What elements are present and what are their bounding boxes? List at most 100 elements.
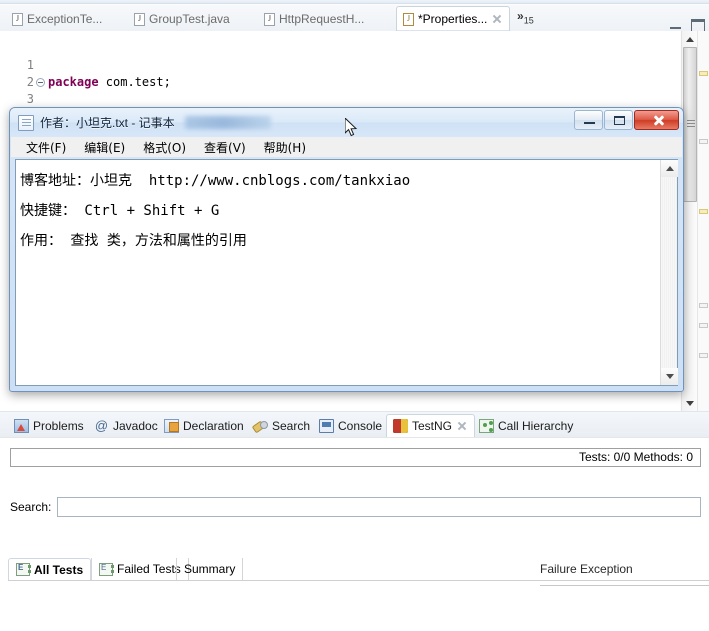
result-tab-underline (8, 580, 709, 581)
minimize-button[interactable] (574, 110, 603, 130)
notepad-window-title: 作者：小坦克.txt - 记事本 (40, 116, 175, 130)
result-tab-all-tests[interactable]: All Tests (8, 558, 92, 580)
menu-item-edit[interactable]: 编辑(E) (75, 137, 134, 158)
call-hierarchy-icon (479, 419, 494, 433)
scrollbar-thumb[interactable] (683, 47, 697, 202)
result-tab-label: All Tests (34, 562, 84, 577)
menu-item-view[interactable]: 查看(V) (195, 137, 255, 158)
view-tab-testng[interactable]: TestNG (386, 414, 476, 438)
notepad-client-area: 博客地址：小坦克 http://www.cnblogs.com/tankxiao… (15, 159, 678, 386)
editor-tab-label: HttpRequestH... (279, 12, 365, 26)
close-button[interactable] (634, 110, 679, 130)
java-file-icon: J (264, 12, 275, 26)
code-line: 4 import java.util.Properties; (0, 91, 251, 140)
scrollbar-grip-icon (687, 120, 695, 127)
failure-exception-separator (540, 585, 709, 586)
view-tab-bar: Problems @ Javadoc Declaration Search Co… (0, 411, 709, 438)
notepad-text-area[interactable]: 博客地址：小坦克 http://www.cnblogs.com/tankxiao… (16, 160, 660, 385)
test-tree-icon (99, 562, 114, 576)
close-icon[interactable] (491, 13, 503, 25)
screenshot-root: J ExceptionTe... J GroupTest.java J Http… (0, 0, 709, 631)
editor-tab-label: GroupTest.java (149, 12, 230, 26)
bottom-view-stack: Problems @ Javadoc Declaration Search Co… (0, 411, 709, 631)
notepad-vertical-scrollbar[interactable] (660, 160, 678, 385)
code-fold-icon[interactable] (36, 78, 45, 87)
menu-item-help[interactable]: 帮助(H) (255, 137, 315, 158)
result-tab-label: Failed Tests (117, 562, 181, 576)
scroll-up-arrow-icon[interactable] (682, 31, 698, 46)
minimize-icon[interactable] (669, 19, 683, 31)
java-file-icon: J (12, 12, 23, 26)
scrollbar-track[interactable] (661, 177, 677, 368)
view-tab-label: TestNG (412, 419, 453, 433)
tab-overflow-count: 15 (523, 15, 534, 26)
java-file-icon: J (134, 12, 145, 26)
close-icon[interactable] (456, 420, 468, 432)
testng-icon (393, 419, 408, 433)
scroll-down-arrow-icon[interactable] (661, 368, 678, 385)
code-line: 1 package com.test; (0, 40, 171, 89)
problems-icon (14, 419, 29, 433)
notepad-menu-bar: 文件(F) 编辑(E) 格式(O) 查看(V) 帮助(H) (11, 137, 682, 157)
code-line-text: package com.test; (48, 75, 171, 89)
result-tab-label: Summary (184, 562, 236, 576)
annotation-marker-warning[interactable] (699, 209, 708, 214)
maximize-button[interactable] (604, 110, 633, 130)
view-tab-javadoc[interactable]: @ Javadoc (88, 415, 164, 437)
code-line: 2 (0, 57, 58, 89)
editor-tab-group-test[interactable]: J GroupTest.java (128, 7, 236, 31)
view-tab-console[interactable]: Console (313, 415, 388, 437)
tab-overflow-indicator[interactable]: »15 (517, 9, 534, 25)
annotation-marker-warning[interactable] (699, 71, 708, 76)
editor-tab-properties[interactable]: J *Properties... (396, 6, 511, 32)
result-tab-summary[interactable]: Summary (176, 558, 244, 580)
view-tab-label: Problems (33, 419, 84, 433)
view-tab-label: Call Hierarchy (498, 419, 574, 433)
test-counts-label: Tests: 0/0 Methods: 0 (578, 450, 693, 464)
result-tab-failed-tests[interactable]: Failed Tests (91, 558, 189, 580)
menu-item-file[interactable]: 文件(F) (17, 137, 75, 158)
view-tab-search[interactable]: Search (247, 415, 316, 437)
annotation-marker[interactable] (699, 303, 708, 308)
java-file-icon: J (403, 12, 414, 26)
view-tab-declaration[interactable]: Declaration (158, 415, 250, 437)
search-icon (253, 419, 268, 433)
chevron-double-right-icon: » (517, 9, 524, 23)
maximize-icon[interactable] (690, 19, 705, 34)
search-label: Search: (10, 500, 52, 514)
editor-tab-bar: J ExceptionTe... J GroupTest.java J Http… (0, 5, 709, 34)
annotation-marker[interactable] (699, 323, 708, 328)
editor-tab-http-request-handler[interactable]: J HttpRequestH... (258, 7, 370, 31)
view-tab-label: Javadoc (113, 419, 158, 433)
search-input[interactable] (57, 497, 701, 517)
editor-overview-ruler[interactable] (697, 31, 709, 411)
notepad-document-icon (18, 114, 34, 131)
editor-tab-exception-test[interactable]: J ExceptionTe... (6, 7, 108, 31)
view-tab-problems[interactable]: Problems (8, 415, 90, 437)
scroll-down-arrow-icon[interactable] (682, 396, 698, 411)
editor-tab-label: ExceptionTe... (27, 12, 103, 26)
testng-panel: Tests: 0/0 Methods: 0 Search: All Tests … (0, 437, 709, 631)
view-tab-call-hierarchy[interactable]: Call Hierarchy (473, 415, 579, 437)
annotation-marker[interactable] (699, 139, 708, 144)
editor-tab-label: *Properties... (418, 12, 488, 26)
annotation-marker[interactable] (699, 353, 708, 358)
test-tree-icon (16, 563, 31, 576)
scroll-up-arrow-icon[interactable] (661, 160, 678, 177)
notepad-window-controls (574, 110, 679, 130)
testng-progress-row: Tests: 0/0 Methods: 0 (10, 448, 701, 468)
redacted-watermark (184, 116, 271, 129)
view-tab-label: Search (272, 419, 311, 433)
notepad-window[interactable]: 作者：小坦克.txt - 记事本 文件(F) 编辑(E) 格式(O) 查看(V)… (9, 107, 684, 392)
console-icon (319, 419, 334, 433)
window-top-edge (0, 0, 709, 4)
failure-exception-column-header[interactable]: Failure Exception (540, 562, 633, 576)
menu-item-format[interactable]: 格式(O) (134, 137, 195, 158)
declaration-icon (164, 419, 179, 433)
notepad-title-bar[interactable]: 作者：小坦克.txt - 记事本 (10, 108, 683, 137)
javadoc-icon: @ (94, 418, 109, 433)
view-tab-label: Console (338, 419, 383, 433)
testng-search-row: Search: (10, 496, 701, 518)
code-line: 3 import java.io.InputStream; (0, 74, 243, 140)
view-tab-label: Declaration (183, 419, 244, 433)
